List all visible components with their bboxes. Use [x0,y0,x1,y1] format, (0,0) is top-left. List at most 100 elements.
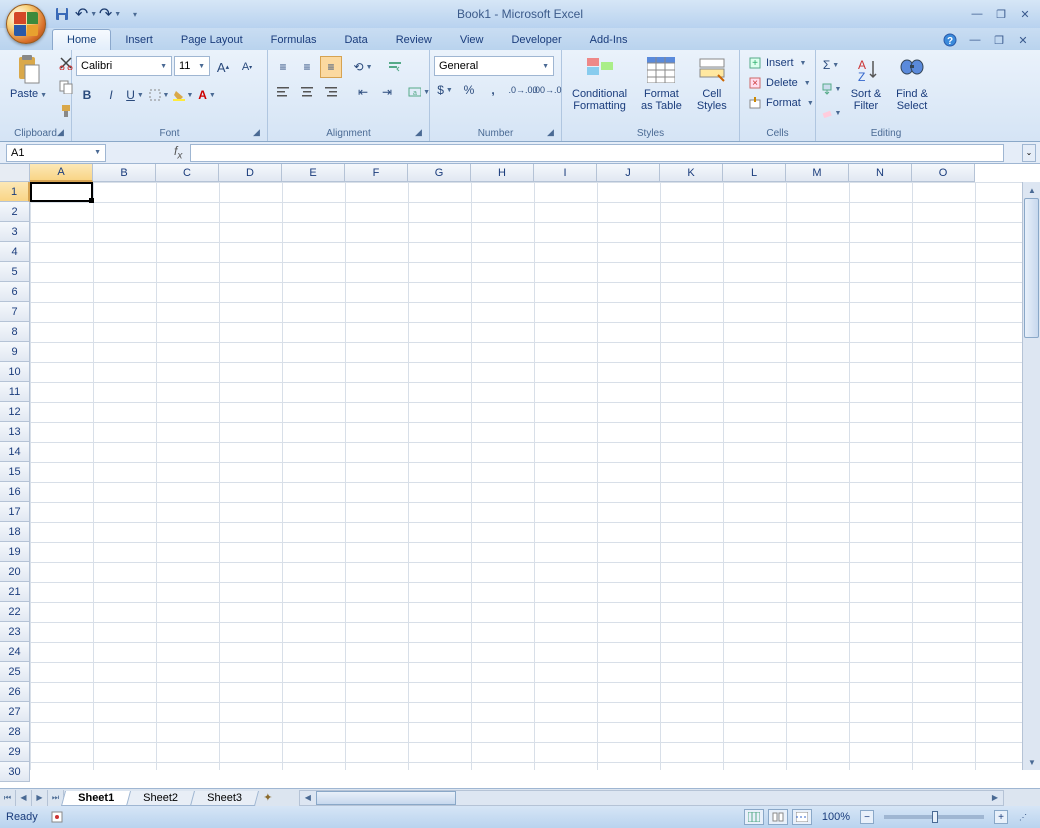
row-header[interactable]: 25 [0,662,30,682]
column-header[interactable]: K [660,164,723,182]
comma-format-button[interactable]: , [482,79,504,101]
border-button[interactable]: ▼ [148,84,170,106]
tab-review[interactable]: Review [382,30,446,50]
tab-formulas[interactable]: Formulas [257,30,331,50]
select-all-corner[interactable] [0,164,30,182]
row-header[interactable]: 6 [0,282,30,302]
sheet-nav-prev[interactable]: ◀ [16,790,32,806]
sort-filter-button[interactable]: AZ Sort & Filter [844,52,888,114]
shrink-font-button[interactable]: A▾ [236,56,258,78]
column-header[interactable]: H [471,164,534,182]
row-header[interactable]: 30 [0,762,30,782]
font-name-combo[interactable]: Calibri▼ [76,56,172,76]
view-page-layout-button[interactable] [768,809,788,825]
row-header[interactable]: 4 [0,242,30,262]
percent-format-button[interactable]: % [458,79,480,101]
tab-view[interactable]: View [446,30,498,50]
delete-cells-button[interactable]: ×Delete▼ [744,74,815,92]
vertical-scrollbar[interactable]: ▲ ▼ [1022,182,1040,770]
fill-button[interactable]: ▼ [820,78,842,100]
scroll-up-button[interactable]: ▲ [1023,182,1040,198]
merge-center-button[interactable]: a▼ [408,81,430,103]
row-header[interactable]: 13 [0,422,30,442]
row-header[interactable]: 16 [0,482,30,502]
row-header[interactable]: 21 [0,582,30,602]
zoom-in-button[interactable]: + [994,810,1008,824]
orientation-button[interactable]: ⟲▼ [352,56,374,78]
sheet-tab-2[interactable]: Sheet2 [126,791,195,806]
row-header[interactable]: 11 [0,382,30,402]
increase-decimal-button[interactable]: .0→.00 [512,79,534,101]
doc-minimize-button[interactable]: — [966,32,984,48]
column-header[interactable]: D [219,164,282,182]
minimize-button[interactable]: — [968,6,986,22]
align-left-button[interactable] [272,81,294,103]
doc-restore-button[interactable]: ❐ [990,32,1008,48]
row-header[interactable]: 2 [0,202,30,222]
formula-bar-expand[interactable]: ⌄ [1022,144,1036,162]
row-header[interactable]: 29 [0,742,30,762]
font-launcher[interactable]: ◢ [253,127,265,139]
formula-bar-input[interactable] [190,144,1004,162]
row-header[interactable]: 5 [0,262,30,282]
font-size-combo[interactable]: 11▼ [174,56,210,76]
sheet-tab-1[interactable]: Sheet1 [61,791,131,806]
clipboard-launcher[interactable]: ◢ [57,127,69,139]
hscroll-thumb[interactable] [316,791,456,805]
clear-button[interactable]: ▼ [820,102,842,124]
grow-font-button[interactable]: A▴ [212,56,234,78]
row-header[interactable]: 23 [0,622,30,642]
align-right-button[interactable] [320,81,342,103]
column-header[interactable]: M [786,164,849,182]
decrease-indent-button[interactable]: ⇤ [352,81,374,103]
column-header[interactable]: E [282,164,345,182]
vscroll-thumb[interactable] [1024,198,1039,338]
row-header[interactable]: 1 [0,182,30,202]
zoom-slider-knob[interactable] [932,811,938,823]
row-header[interactable]: 12 [0,402,30,422]
zoom-out-button[interactable]: − [860,810,874,824]
view-normal-button[interactable] [744,809,764,825]
insert-cells-button[interactable]: +Insert▼ [744,54,810,72]
column-header[interactable]: J [597,164,660,182]
cells-area[interactable] [30,182,1022,770]
row-header[interactable]: 17 [0,502,30,522]
number-format-combo[interactable]: General▼ [434,56,554,76]
row-header[interactable]: 28 [0,722,30,742]
accounting-format-button[interactable]: $▼ [434,79,456,101]
align-center-button[interactable] [296,81,318,103]
resize-grip[interactable]: ⋰ [1012,806,1034,828]
zoom-slider[interactable] [884,815,984,819]
column-header[interactable]: C [156,164,219,182]
scroll-left-button[interactable]: ◀ [300,791,316,805]
row-header[interactable]: 20 [0,562,30,582]
sheet-tab-3[interactable]: Sheet3 [190,791,259,806]
row-header[interactable]: 7 [0,302,30,322]
fill-color-button[interactable]: ▼ [172,84,194,106]
alignment-launcher[interactable]: ◢ [415,127,427,139]
scroll-down-button[interactable]: ▼ [1023,754,1040,770]
fx-icon[interactable]: fx [174,144,182,161]
macro-record-button[interactable] [46,806,68,828]
decrease-decimal-button[interactable]: .00→.0 [536,79,558,101]
paste-button[interactable]: Paste▼ [4,52,53,102]
bold-button[interactable]: B [76,84,98,106]
redo-button[interactable]: ↷▼ [100,4,120,24]
column-header[interactable]: A [30,164,93,182]
cell-styles-button[interactable]: Cell Styles [690,52,734,114]
tab-page-layout[interactable]: Page Layout [167,30,257,50]
row-header[interactable]: 27 [0,702,30,722]
tab-home[interactable]: Home [52,29,111,50]
increase-indent-button[interactable]: ⇥ [376,81,398,103]
align-bottom-button[interactable]: ≡ [320,56,342,78]
column-header[interactable]: N [849,164,912,182]
sheet-nav-next[interactable]: ▶ [32,790,48,806]
row-header[interactable]: 19 [0,542,30,562]
scroll-right-button[interactable]: ▶ [987,791,1003,805]
row-header[interactable]: 14 [0,442,30,462]
restore-button[interactable]: ❐ [992,6,1010,22]
format-cells-button[interactable]: Format▼ [744,94,818,112]
qat-customize[interactable]: ▾ [124,4,144,24]
column-header[interactable]: G [408,164,471,182]
row-header[interactable]: 26 [0,682,30,702]
